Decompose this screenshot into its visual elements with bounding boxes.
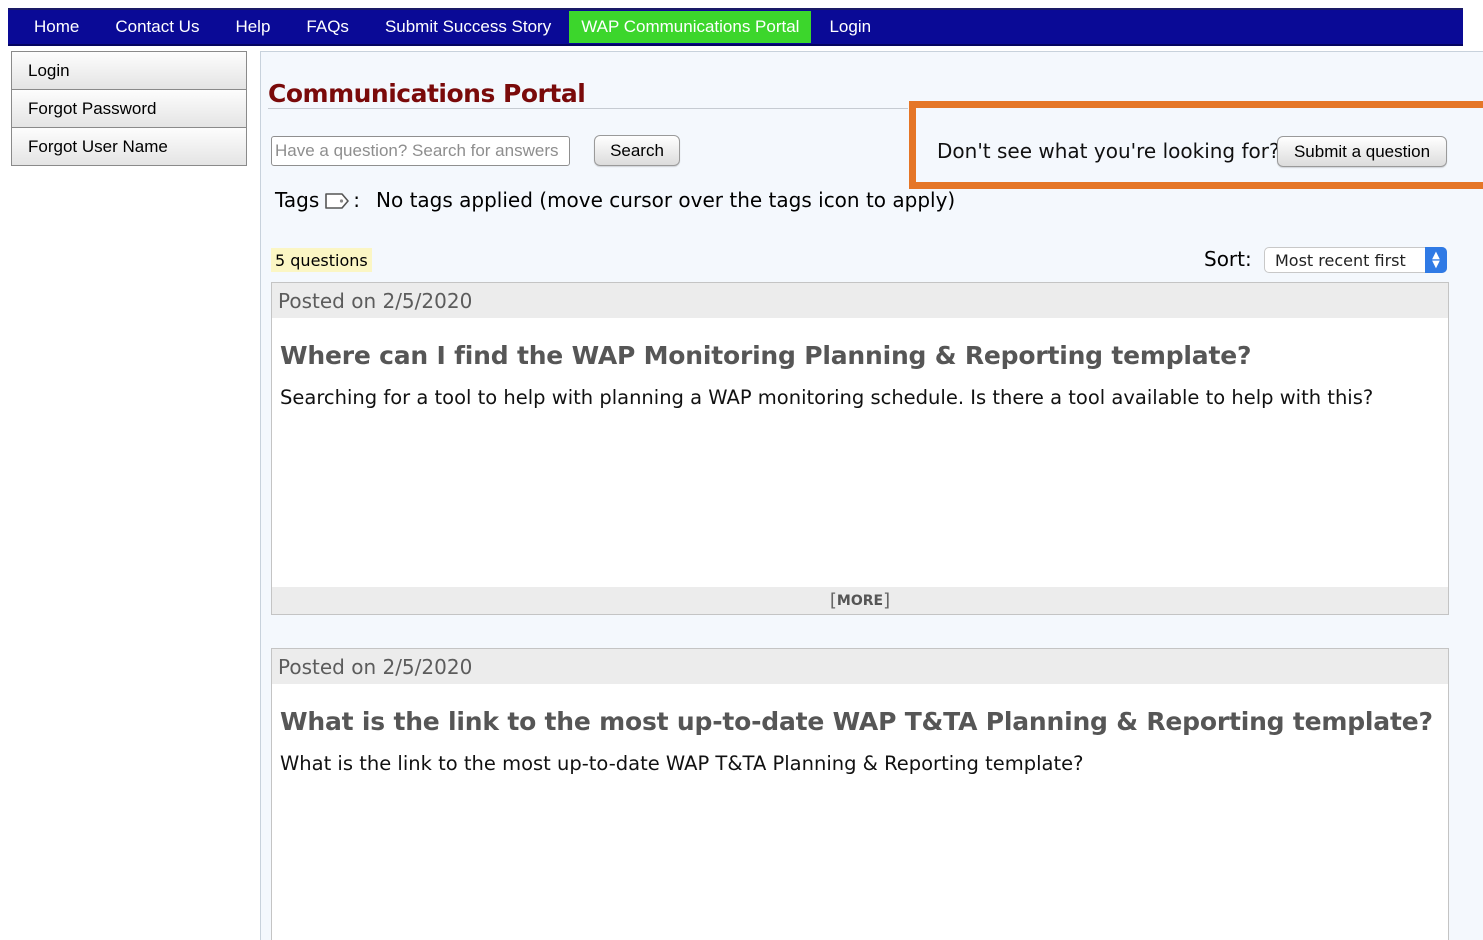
sort-selected-value: Most recent first	[1275, 250, 1406, 270]
question-count: 5 questions	[271, 248, 372, 272]
main-panel: Communications Portal Search Don't see w…	[260, 51, 1483, 940]
sidebar-item-forgot-password[interactable]: Forgot Password	[11, 89, 247, 128]
question-title[interactable]: What is the link to the most up-to-date …	[272, 684, 1448, 736]
sort-label: Sort:	[1204, 247, 1252, 271]
page-title: Communications Portal	[268, 79, 586, 108]
top-nav-bar: Home Contact Us Help FAQs Submit Success…	[8, 8, 1463, 46]
more-link[interactable]: [ MORE ]	[272, 587, 1448, 614]
sidebar-item-login[interactable]: Login	[11, 51, 247, 90]
nav-submit-success-story[interactable]: Submit Success Story	[367, 10, 569, 44]
nav-help[interactable]: Help	[217, 10, 288, 44]
nav-communications-portal[interactable]: WAP Communications Portal	[569, 11, 812, 43]
submit-question-button[interactable]: Submit a question	[1277, 136, 1447, 167]
chevron-up-down-icon: ▲ ▼	[1425, 247, 1447, 273]
question-card: Posted on 2/5/2020 What is the link to t…	[271, 648, 1449, 940]
search-button[interactable]: Search	[594, 135, 680, 166]
tags-row: Tags : No tags applied (move cursor over…	[275, 188, 955, 212]
question-body: What is the link to the most up-to-date …	[280, 752, 1084, 775]
nav-contact-us[interactable]: Contact Us	[97, 10, 217, 44]
callout-text: Don't see what you're looking for?	[937, 139, 1280, 163]
bracket-right: ]	[883, 590, 891, 611]
search-input[interactable]	[271, 136, 570, 166]
tag-icon[interactable]	[324, 191, 350, 209]
sort-select[interactable]: Most recent first ▲ ▼	[1264, 247, 1447, 273]
question-card: Posted on 2/5/2020 Where can I find the …	[271, 282, 1449, 615]
sidebar-item-forgot-user-name[interactable]: Forgot User Name	[11, 127, 247, 166]
question-posted-date: Posted on 2/5/2020	[272, 649, 1448, 684]
more-label: MORE	[836, 592, 884, 609]
tags-colon: :	[353, 188, 361, 212]
nav-home[interactable]: Home	[16, 10, 97, 44]
tags-label: Tags	[275, 188, 320, 212]
question-title[interactable]: Where can I find the WAP Monitoring Plan…	[272, 318, 1448, 370]
question-body: Searching for a tool to help with planni…	[280, 386, 1374, 409]
question-posted-date: Posted on 2/5/2020	[272, 283, 1448, 318]
bracket-left: [	[829, 590, 837, 611]
nav-faqs[interactable]: FAQs	[288, 10, 367, 44]
title-divider	[268, 108, 908, 109]
sidebar: Login Forgot Password Forgot User Name	[11, 51, 247, 166]
tags-status-text: No tags applied (move cursor over the ta…	[376, 188, 956, 212]
nav-login[interactable]: Login	[811, 10, 889, 44]
